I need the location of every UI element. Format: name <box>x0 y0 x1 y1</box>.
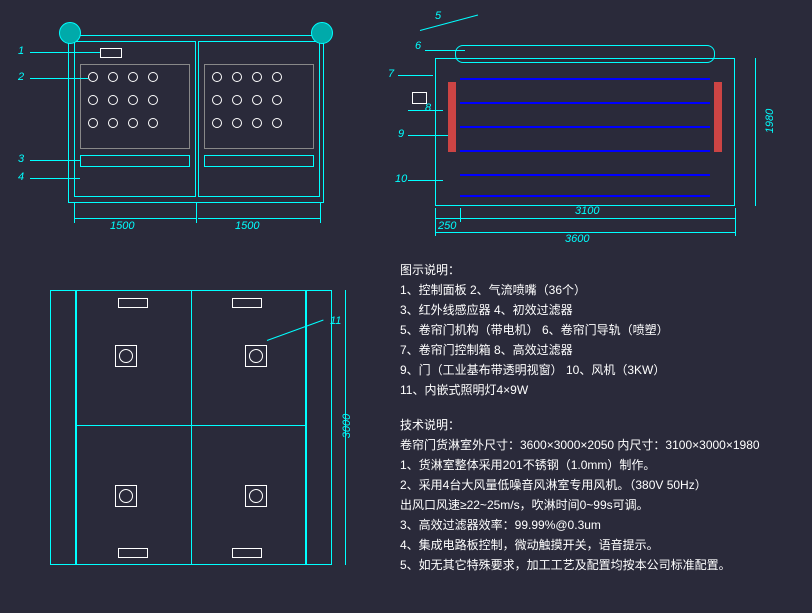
tech-line-7: 5、如无其它特殊要求，加工工艺及配置均按本公司标准配置。 <box>400 555 731 577</box>
callout-8: 8 <box>425 102 431 114</box>
dim-1500-1: 1500 <box>110 220 134 232</box>
callout-2: 2 <box>18 71 24 83</box>
callout-7: 7 <box>388 68 394 80</box>
legend-line-5: 9、门（工业基布带透明视窗） 10、风机（3KW） <box>400 360 665 382</box>
callout-9: 9 <box>398 128 404 140</box>
tech-line-2: 1、货淋室整体采用201不锈钢（1.0mm）制作。 <box>400 455 655 477</box>
dim-3100: 3100 <box>575 205 599 217</box>
tech-line-5: 3、高效过滤器效率：99.99%@0.3um <box>400 515 601 537</box>
callout-1: 1 <box>18 45 24 57</box>
tech-title: 技术说明： <box>400 415 460 437</box>
dim-3600: 3600 <box>565 233 589 245</box>
callout-3: 3 <box>18 153 24 165</box>
tech-line-3: 2、采用4台大风量低噪音风淋室专用风机。（380V 50Hz） <box>400 475 707 497</box>
legend-line-6: 11、内嵌式照明灯4×9W <box>400 380 528 402</box>
callout-10: 10 <box>395 173 407 185</box>
legend-line-3: 5、卷帘门机构（带电机） 6、卷帘门导轨（喷塑） <box>400 320 669 342</box>
legend-title: 图示说明： <box>400 260 460 282</box>
callout-11: 11 <box>330 315 341 327</box>
legend-line-4: 7、卷帘门控制箱 8、高效过滤器 <box>400 340 573 362</box>
dim-1980: 1980 <box>764 109 776 133</box>
dim-250: 250 <box>438 220 456 232</box>
tech-line-1: 卷帘门货淋室外尺寸：3600×3000×2050 内尺寸：3100×3000×1… <box>400 435 760 457</box>
legend-line-2: 3、红外线感应器 4、初效过滤器 <box>400 300 573 322</box>
dim-3000: 3000 <box>341 414 353 438</box>
tech-line-4: 出风口风速≥22~25m/s，吹淋时间0~99s可调。 <box>400 495 649 517</box>
callout-6: 6 <box>415 40 421 52</box>
callout-4: 4 <box>18 171 24 183</box>
callout-5: 5 <box>435 10 441 22</box>
legend-line-1: 1、控制面板 2、气流喷嘴（36个） <box>400 280 586 302</box>
dim-1500-2: 1500 <box>235 220 259 232</box>
tech-line-6: 4、集成电路板控制，微动触摸开关，语音提示。 <box>400 535 659 557</box>
